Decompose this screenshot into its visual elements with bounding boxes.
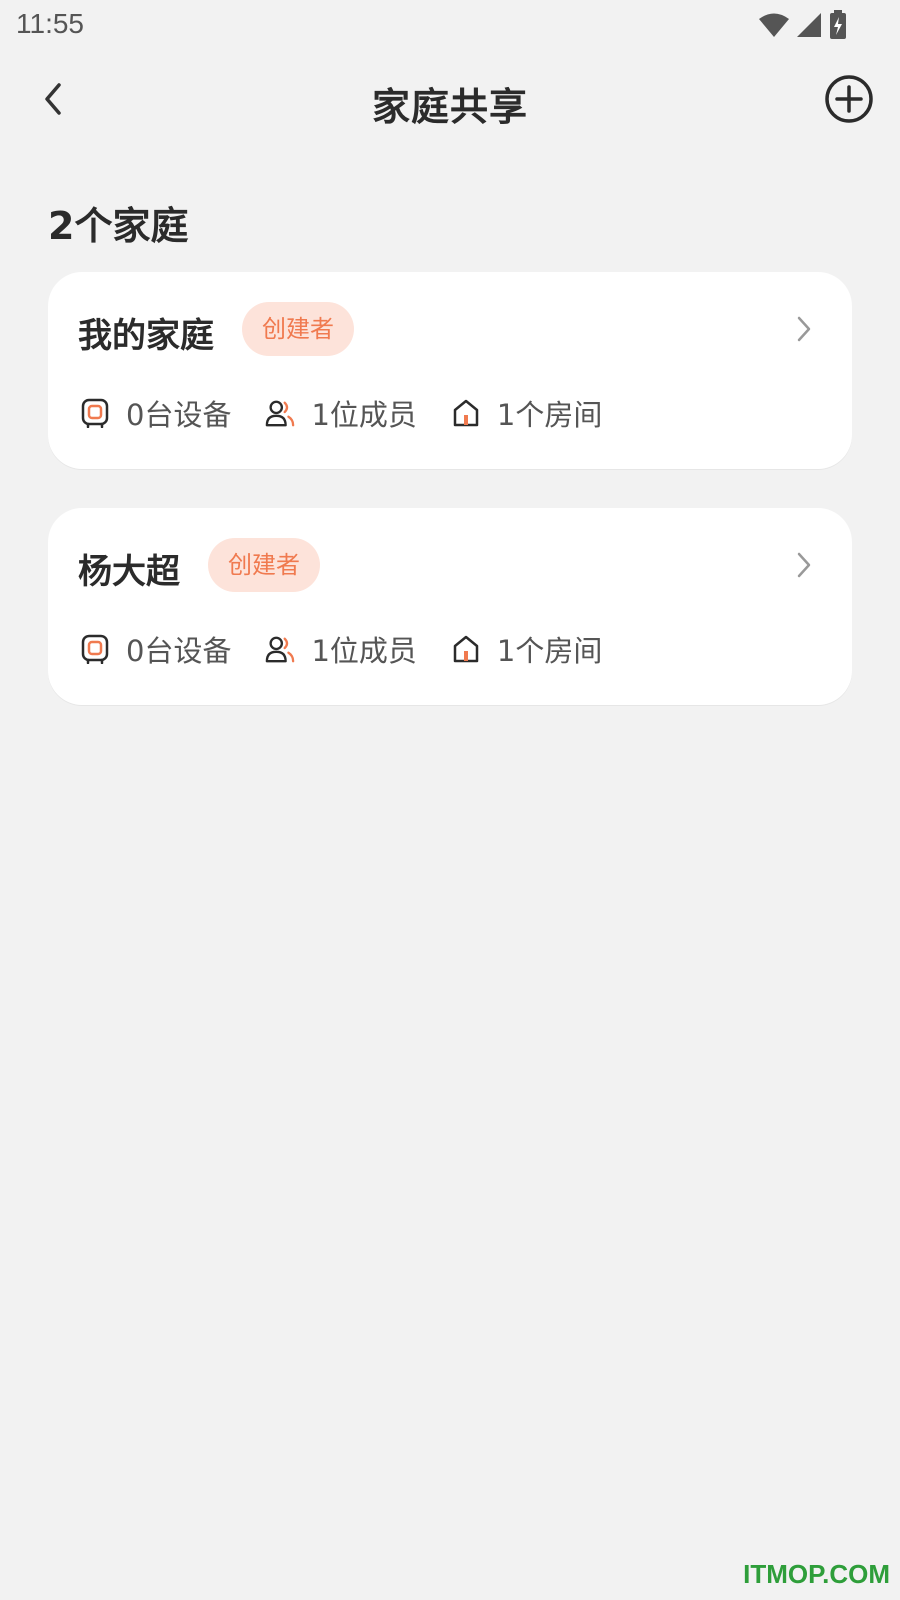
device-count: 0台设备	[126, 398, 232, 432]
room-count: 1个房间	[496, 634, 603, 668]
stat-devices: 0台设备	[80, 392, 231, 434]
member-count: 1位成员	[311, 634, 417, 668]
chevron-right-icon	[792, 550, 816, 580]
stat-members: 1位成员	[265, 628, 417, 670]
stat-devices: 0台设备	[80, 628, 231, 670]
page-title: 家庭共享	[371, 85, 528, 129]
home-name: 我的家庭	[78, 316, 214, 356]
home-stats: 0台设备 1位成员 1个房间	[80, 628, 636, 670]
home-count-title: 2个家庭	[48, 204, 189, 248]
header: 家庭共享	[0, 60, 900, 140]
stat-rooms: 1个房间	[451, 628, 602, 670]
member-count: 1位成员	[311, 398, 417, 432]
signal-icon	[797, 13, 821, 37]
home-card[interactable]: 杨大超 创建者 0台设备 1位成员 1个房间	[48, 508, 852, 705]
home-list: 我的家庭 创建者 0台设备 1位成员 1个房间 杨大超 创建者 0台设备 1位成…	[48, 272, 852, 744]
screen: 11:55 家庭共享 2个家庭 我的家庭 创建者 0台设备 1位成员 1个房间 …	[0, 0, 900, 1600]
chevron-right-icon	[792, 314, 816, 344]
role-badge: 创建者	[242, 302, 354, 356]
device-count: 0台设备	[126, 634, 232, 668]
home-name: 杨大超	[78, 552, 180, 592]
room-icon	[451, 632, 481, 666]
stat-rooms: 1个房间	[451, 392, 602, 434]
room-count: 1个房间	[496, 398, 603, 432]
plus-circle-icon	[825, 75, 873, 123]
add-home-button[interactable]	[822, 72, 876, 126]
device-icon	[80, 632, 110, 666]
wifi-icon	[759, 13, 789, 37]
room-icon	[451, 396, 481, 430]
members-icon	[265, 396, 295, 430]
home-card[interactable]: 我的家庭 创建者 0台设备 1位成员 1个房间	[48, 272, 852, 469]
watermark: ITMOP.COM	[743, 1559, 890, 1589]
status-icons	[758, 10, 848, 40]
status-time: 11:55	[16, 8, 84, 39]
battery-icon	[830, 10, 846, 39]
role-badge: 创建者	[208, 538, 320, 592]
status-bar: 11:55	[0, 0, 900, 52]
home-stats: 0台设备 1位成员 1个房间	[80, 392, 636, 434]
device-icon	[80, 396, 110, 430]
members-icon	[265, 632, 295, 666]
stat-members: 1位成员	[265, 392, 417, 434]
